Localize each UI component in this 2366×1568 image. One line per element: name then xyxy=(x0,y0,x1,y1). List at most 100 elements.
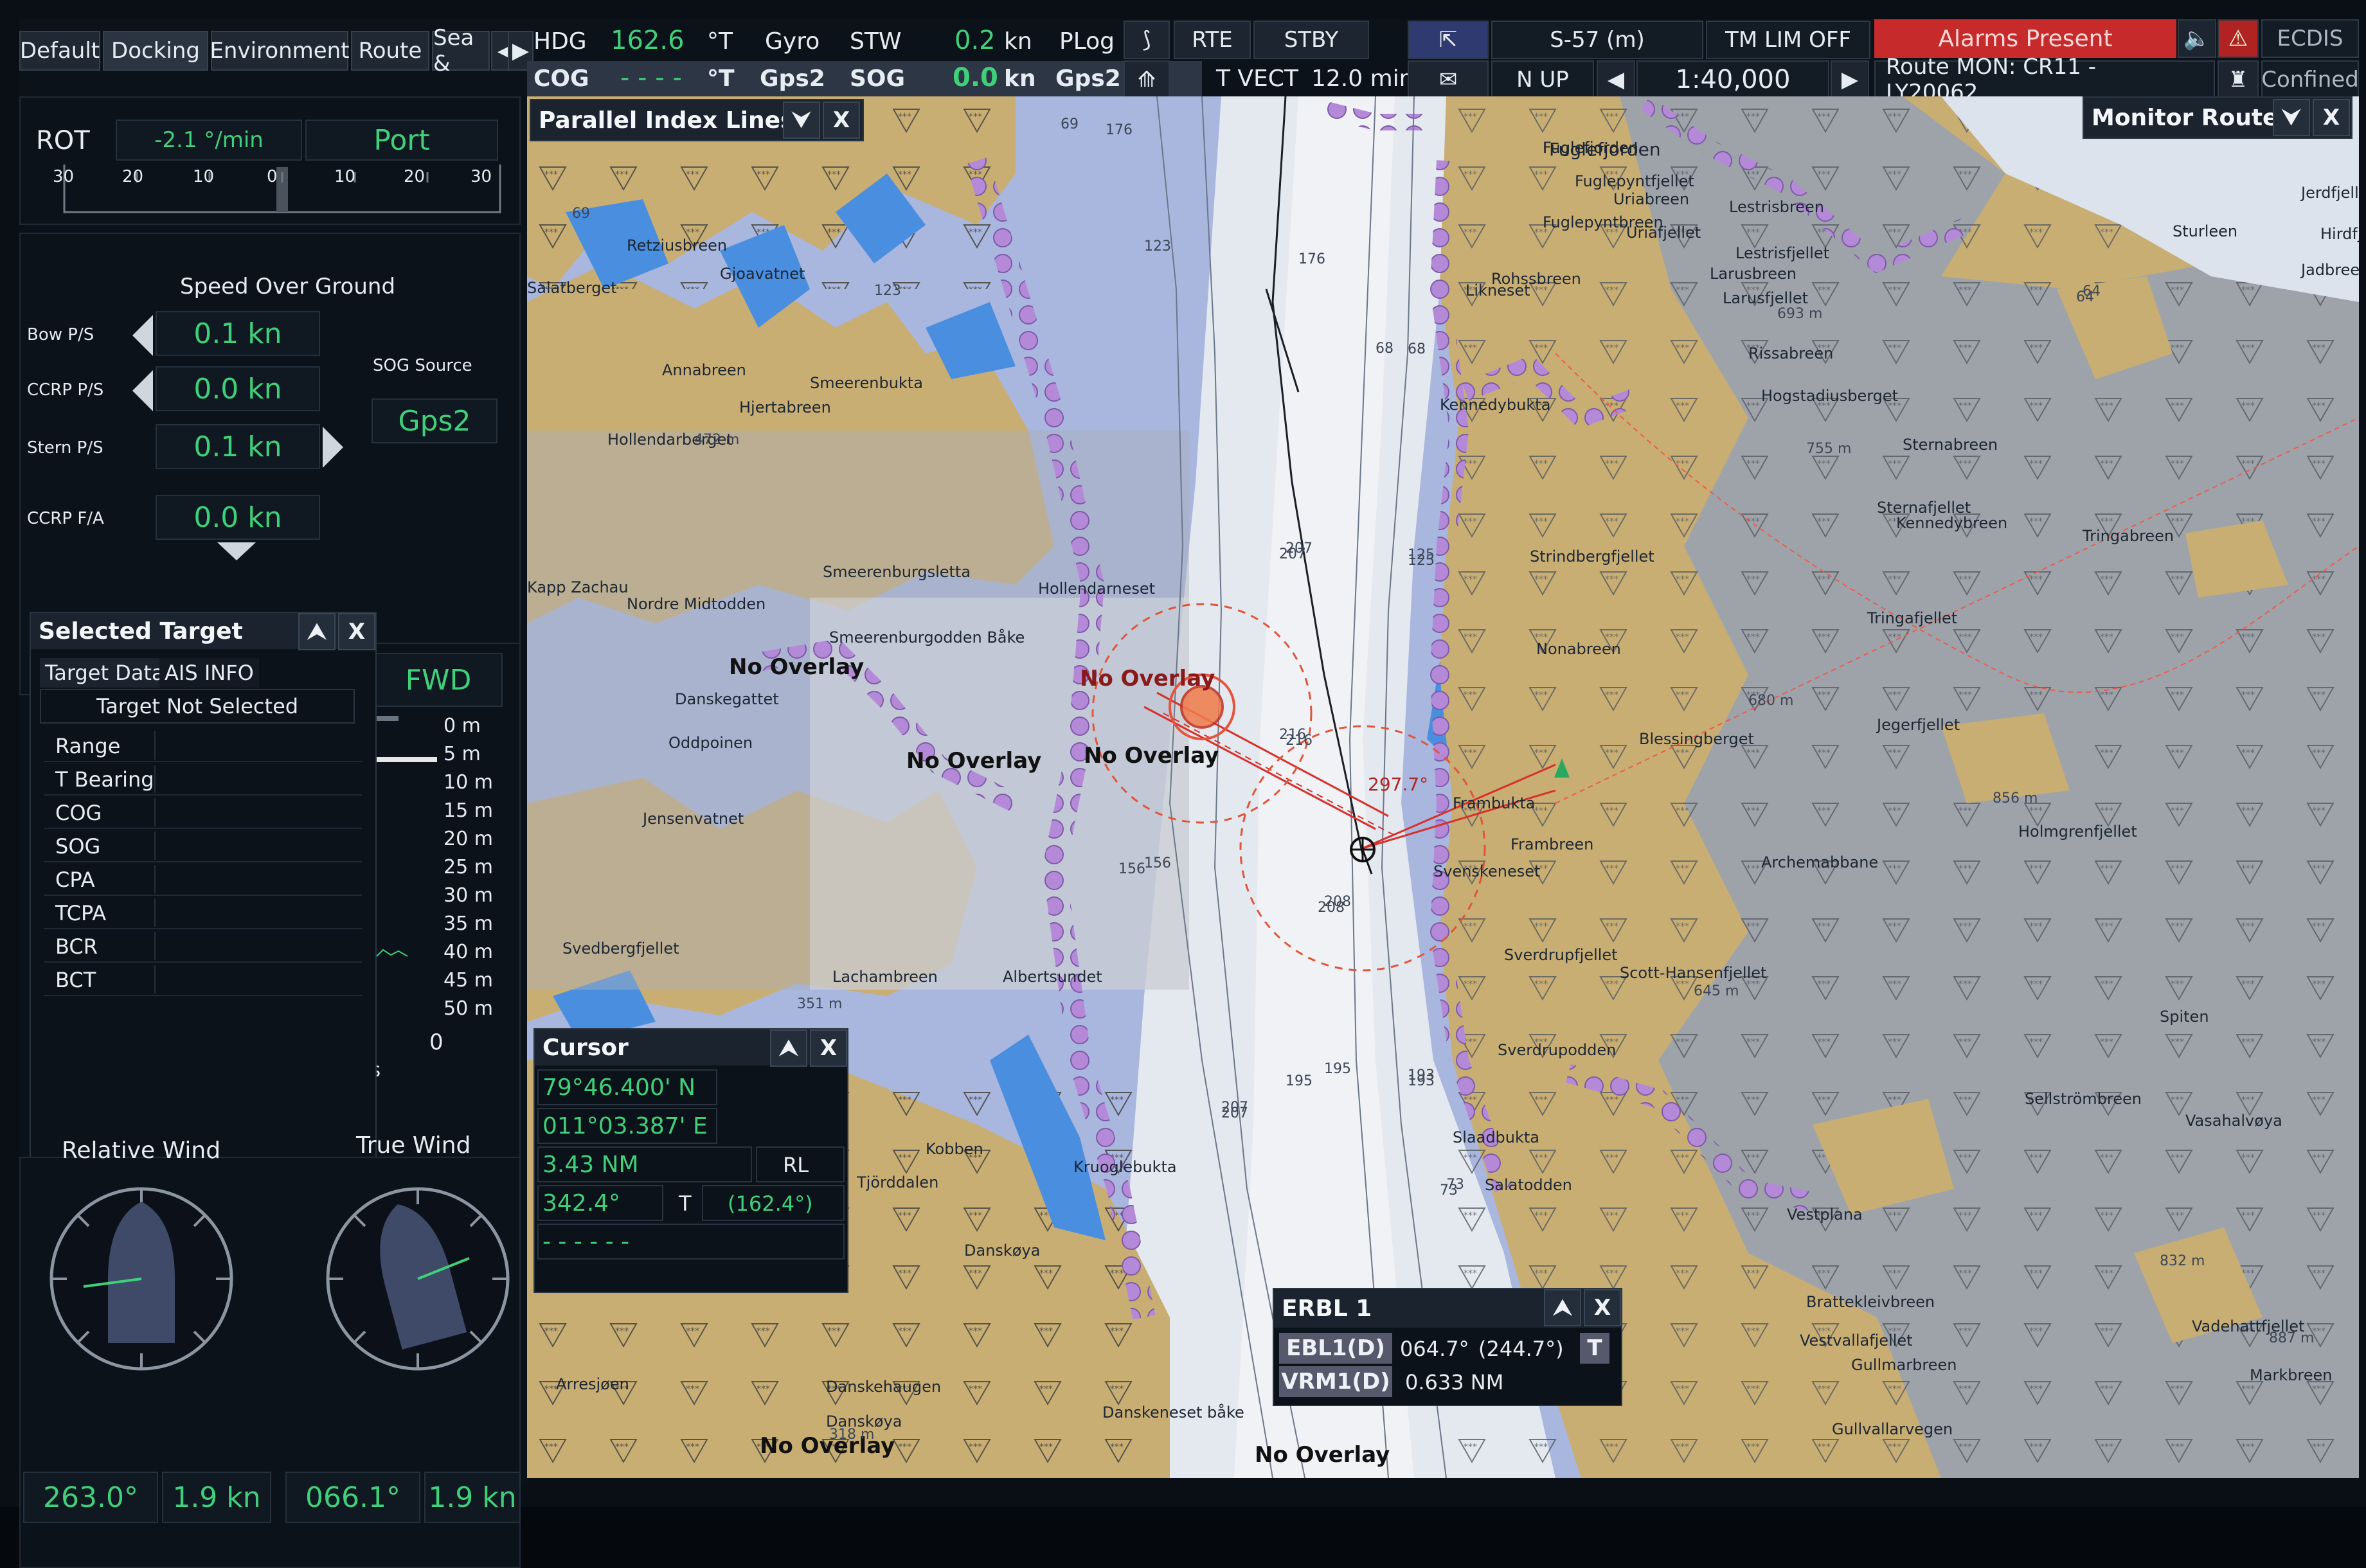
target-row-bct: BCT xyxy=(44,963,362,996)
ccrp-fa-label: CCRP F/A xyxy=(27,509,104,528)
place-label: Frambreen xyxy=(1510,835,1594,853)
depth-label: 472 m xyxy=(694,432,740,448)
nautical-chart[interactable]: *** *** xyxy=(527,96,2359,1478)
no-overlay-label-2: No Overlay xyxy=(1080,666,1215,691)
cursor-mode-icon[interactable]: ⇱ xyxy=(1408,21,1489,59)
orientation-button[interactable]: N UP xyxy=(1491,60,1594,99)
selected-target-close-icon[interactable]: X xyxy=(338,613,375,650)
tab-route[interactable]: Route xyxy=(351,31,429,71)
place-label: Kennedybreen xyxy=(1896,514,2008,532)
gyro-source[interactable]: Gyro xyxy=(765,28,820,55)
cursor-reciprocal: (162.4°) xyxy=(728,1191,813,1216)
depth-tick-20: 20 m xyxy=(444,828,493,850)
monitor-route-window: Monitor Route ⮟ X xyxy=(2083,96,2353,139)
satellite-icon[interactable]: ⟰ xyxy=(1124,60,1170,99)
chart-format-button[interactable]: S-57 (m) xyxy=(1491,21,1703,59)
tvect-time[interactable]: 12.0 min xyxy=(1311,66,1414,92)
stw-unit: kn xyxy=(1004,28,1032,55)
stby-button[interactable]: STBY xyxy=(1253,21,1369,59)
erbl-close-icon[interactable]: X xyxy=(1584,1289,1621,1326)
target-row-bcr: BCR xyxy=(44,929,362,963)
selected-target-collapse-icon[interactable]: ⮝ xyxy=(298,613,336,650)
depth-tick-45: 45 m xyxy=(444,969,493,992)
rot-tick-2: 20 xyxy=(122,167,144,186)
cursor-rl[interactable]: RL xyxy=(783,1153,809,1177)
tvect-label[interactable]: T VECT xyxy=(1216,66,1298,92)
scale-increase-icon[interactable]: ▶ xyxy=(1831,60,1869,99)
place-label: Vestvallafjellet xyxy=(1800,1332,1913,1350)
depth-label: 207 xyxy=(1221,1105,1248,1121)
vrm-label[interactable]: VRM1(D) xyxy=(1279,1366,1392,1397)
ebl-label[interactable]: EBL1(D) xyxy=(1279,1333,1392,1364)
depth-label: 832 m xyxy=(2160,1253,2205,1269)
hdg-value: 162.6 xyxy=(611,26,685,55)
svg-text:176: 176 xyxy=(1298,251,1325,267)
place-label: Hjertabreen xyxy=(739,398,831,416)
plog-source[interactable]: PLog xyxy=(1059,28,1115,55)
place-label: Markbreen xyxy=(2250,1366,2333,1384)
ebl-true-toggle[interactable]: T xyxy=(1580,1333,1609,1364)
place-label: Kruoglebukta xyxy=(1073,1158,1177,1176)
confined-label: Confined xyxy=(2261,60,2359,99)
route-tool-icon[interactable]: ⟆ xyxy=(1124,21,1170,59)
scale-decrease-icon[interactable]: ◀ xyxy=(1597,60,1635,99)
monitor-route-close-icon[interactable]: X xyxy=(2313,99,2350,136)
place-label: Kennedybukta xyxy=(1440,396,1551,414)
place-label: Larusbreen xyxy=(1710,265,1797,283)
depth-label: 208 xyxy=(1318,900,1345,916)
place-label: Holmgrenfjellet xyxy=(2018,823,2137,841)
warning-icon[interactable]: ⚠ xyxy=(2218,19,2259,58)
place-label: Scott-Hansenfjellet xyxy=(1620,964,1767,982)
cog-source[interactable]: Gps2 xyxy=(760,66,825,92)
depth-tick-25: 25 m xyxy=(444,856,493,878)
no-overlay-label-6: No Overlay xyxy=(1255,1442,1390,1468)
tab-docking[interactable]: Docking xyxy=(103,31,208,71)
place-label: Salatodden xyxy=(1485,1176,1572,1194)
parallel-index-close-icon[interactable]: X xyxy=(823,102,860,139)
depth-tick-10: 10 m xyxy=(444,771,493,794)
tm-lim-button[interactable]: TM LIM OFF xyxy=(1706,21,1870,59)
depth-tick-30: 30 m xyxy=(444,884,493,907)
place-label: Retziusbreen xyxy=(627,236,728,254)
place-label: Vasahalvøya xyxy=(2185,1112,2282,1130)
sog-source[interactable]: Gps2 xyxy=(1055,66,1121,92)
place-label: Gjoavatnet xyxy=(720,265,805,283)
place-label: Oddpoinen xyxy=(668,734,753,752)
rot-tick-6: 20 xyxy=(404,167,426,186)
crew-icon[interactable]: ♜ xyxy=(2218,60,2259,99)
erbl-collapse-icon[interactable]: ⮝ xyxy=(1544,1289,1581,1326)
tab-default[interactable]: Default xyxy=(19,31,100,71)
monitor-route-collapse-icon[interactable]: ⮟ xyxy=(2273,99,2310,136)
cursor-close-icon[interactable]: X xyxy=(810,1029,847,1067)
stern-value: 0.1 kn xyxy=(156,424,320,469)
ais-info-tab[interactable]: AIS INFO xyxy=(159,658,259,688)
speaker-icon[interactable]: 🔈 xyxy=(2178,19,2216,58)
bow-port-arrow-icon xyxy=(132,315,153,356)
cursor-collapse-icon[interactable]: ⮝ xyxy=(770,1029,807,1067)
rte-button[interactable]: RTE xyxy=(1174,21,1251,59)
sog-source-value[interactable]: Gps2 xyxy=(372,398,497,443)
depth-label: 68 xyxy=(1376,341,1394,357)
mail-icon[interactable]: ✉ xyxy=(1408,60,1489,99)
place-label: Lestrisbreen xyxy=(1729,198,1824,216)
place-label: Frambukta xyxy=(1453,794,1536,812)
depth-label: 887 m xyxy=(2269,1330,2315,1346)
place-label: Nonabreen xyxy=(1536,640,1621,658)
tab-environment[interactable]: Environment xyxy=(210,31,350,71)
depth-label: 176 xyxy=(1106,122,1133,138)
rot-tick-5: 10 xyxy=(334,167,356,186)
place-label: Jegerfjellet xyxy=(1877,716,1960,734)
route-monitor-label[interactable]: Route MON: CR11 - LY20062... xyxy=(1874,54,2215,105)
target-data-tab[interactable]: Target Data xyxy=(40,658,170,688)
alarms-present-button[interactable]: Alarms Present xyxy=(1874,19,2176,58)
depth-label: 73 xyxy=(1440,1182,1458,1198)
parallel-index-collapse-icon[interactable]: ⮟ xyxy=(783,102,820,139)
depth-label: 123 xyxy=(874,283,901,299)
svg-text:156: 156 xyxy=(1144,855,1171,871)
chart-scale[interactable]: 1:40,000 xyxy=(1636,60,1829,99)
depth-label: 195 xyxy=(1286,1073,1313,1089)
place-label: Kobben xyxy=(926,1140,983,1158)
tab-sea[interactable]: Sea & xyxy=(432,25,490,76)
place-label: Danskegattet xyxy=(675,690,779,708)
relative-wind-dial xyxy=(49,1187,233,1371)
